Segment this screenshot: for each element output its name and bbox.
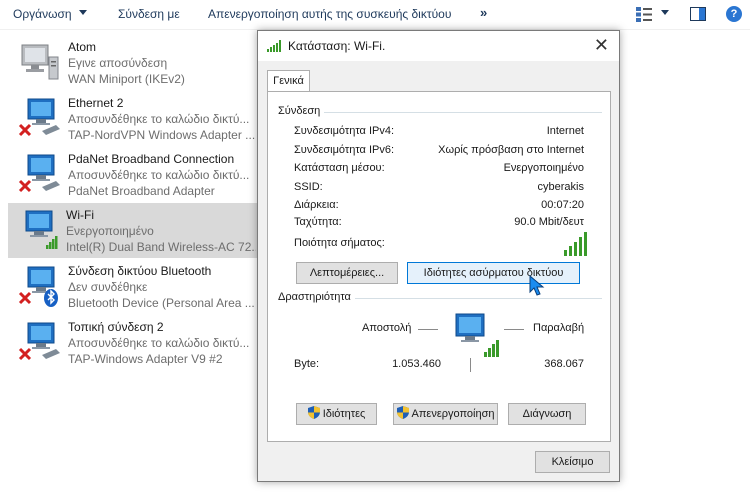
connection-name: Τοπική σύνδεση 2 — [68, 320, 164, 334]
connection-group-title: Σύνδεση — [278, 105, 325, 117]
tab-general[interactable]: Γενικά — [267, 70, 310, 92]
wifi-connected-icon — [25, 210, 58, 249]
signal-bars-icon — [267, 40, 281, 52]
ssid-label: SSID: — [294, 181, 323, 193]
activity-separator — [470, 358, 471, 372]
connection-status: Αποσυνδέθηκε το καλώδιο δικτύ... — [68, 168, 250, 182]
signal-quality-label: Ποιότητα σήματος: — [294, 237, 385, 249]
connection-adapter: TAP-Windows Adapter V9 #2 — [68, 352, 223, 366]
wifi-status-dialog: Κατάσταση: Wi-Fi. ✕ Γενικά Σύνδεση Συνδε… — [257, 30, 620, 482]
properties-button[interactable]: Ιδιότητες — [296, 403, 377, 425]
speed-value: 90.0 Mbit/δευτ — [514, 216, 584, 228]
sent-label: Αποστολή — [362, 322, 412, 334]
connection-adapter: Intel(R) Dual Band Wireless-AC 72... — [66, 240, 256, 254]
connection-status: Αποσυνδέθηκε το καλώδιο δικτύ... — [68, 112, 250, 126]
wireless-properties-button[interactable]: Ιδιότητες ασύρματου δικτύου — [407, 262, 580, 284]
connection-name: Atom — [68, 40, 97, 54]
duration-value: 00:07:20 — [541, 199, 584, 211]
connection-name: Σύνδεση δικτύου Bluetooth — [68, 264, 212, 278]
connection-adapter: WAN Miniport (IKEv2) — [68, 72, 185, 86]
organize-chevron-down-icon[interactable] — [79, 10, 87, 15]
signal-strength-icon — [564, 232, 587, 256]
ipv6-value: Χωρίς πρόσβαση στο Internet — [438, 144, 584, 156]
wan-computer-icon — [21, 44, 59, 80]
network-computer-icon — [455, 313, 499, 357]
disable-device-button[interactable]: Απενεργοποίηση αυτής της συσκευής δικτύο… — [208, 7, 451, 21]
connection-adapter: PdaNet Broadband Adapter — [68, 184, 215, 198]
dialog-title: Κατάσταση: Wi-Fi. — [288, 39, 386, 53]
divider — [278, 112, 602, 113]
ipv6-label: Συνδεσιμότητα IPv6: — [294, 144, 395, 156]
connection-status: Εγινε αποσύνδεση — [68, 56, 168, 70]
properties-button-label: Ιδιότητες — [322, 408, 366, 420]
change-view-icon[interactable] — [636, 7, 652, 22]
connect-to-button[interactable]: Σύνδεση με — [118, 7, 180, 21]
dialog-titlebar[interactable]: Κατάσταση: Wi-Fi. ✕ — [258, 31, 619, 61]
list-item-ethernet-2[interactable]: Ethernet 2 Αποσυνδέθηκε το καλώδιο δικτύ… — [10, 91, 258, 146]
ipv4-label: Συνδεσιμότητα IPv4: — [294, 125, 395, 137]
close-icon[interactable]: ✕ — [594, 35, 609, 55]
duration-label: Διάρκεια: — [294, 199, 339, 211]
organize-menu[interactable]: Οργάνωση — [13, 7, 72, 21]
list-item-atom[interactable]: Atom Εγινε αποσύνδεση WAN Miniport (IKEv… — [10, 35, 258, 90]
disable-button-label: Απενεργοποίηση — [411, 408, 495, 420]
connection-status: Δεν συνδέθηκε — [68, 280, 148, 294]
shield-icon — [396, 406, 409, 419]
list-item-local-connection-2[interactable]: Τοπική σύνδεση 2 Αποσυνδέθηκε το καλώδιο… — [10, 315, 258, 370]
bytes-received-value: 368.067 — [544, 358, 584, 370]
diagnose-button[interactable]: Διάγνωση — [508, 403, 586, 425]
ethernet-disconnected-icon — [18, 98, 60, 137]
activity-group-title: Δραστηριότητα — [278, 291, 355, 303]
view-options-chevron-down-icon[interactable] — [661, 10, 669, 15]
details-button[interactable]: Λεπτομέρειες... — [296, 262, 398, 284]
bytes-label: Byte: — [294, 358, 320, 370]
command-bar: Οργάνωση Σύνδεση με Απενεργοποίηση αυτής… — [0, 0, 750, 30]
ipv4-value: Internet — [546, 125, 584, 137]
connection-status: Ενεργοποιημένο — [66, 224, 154, 238]
sent-line — [418, 329, 438, 330]
ethernet-disconnected-icon — [18, 322, 60, 361]
received-line — [504, 329, 524, 330]
connection-status: Αποσυνδέθηκε το καλώδιο δικτύ... — [68, 336, 250, 350]
connection-name: Wi-Fi — [66, 208, 94, 222]
mouse-cursor-icon — [529, 275, 545, 296]
help-icon[interactable]: ? — [726, 6, 742, 22]
connection-adapter: TAP-NordVPN Windows Adapter ... — [68, 128, 256, 142]
bytes-sent-value: 1.053.460 — [392, 358, 441, 370]
preview-pane-icon[interactable] — [690, 7, 706, 21]
connection-adapter: Bluetooth Device (Personal Area ... — [68, 296, 255, 310]
speed-label: Ταχύτητα: — [294, 216, 342, 228]
bluetooth-disconnected-icon — [18, 266, 58, 307]
media-state-label: Κατάσταση μέσου: — [294, 162, 385, 174]
shield-icon — [307, 406, 320, 419]
list-item-pdanet[interactable]: PdaNet Broadband Connection Αποσυνδέθηκε… — [10, 147, 258, 202]
ethernet-disconnected-icon — [18, 154, 60, 193]
connection-name: PdaNet Broadband Connection — [68, 152, 235, 166]
more-commands-button[interactable]: » — [480, 5, 487, 20]
connection-name: Ethernet 2 — [68, 96, 124, 110]
media-state-value: Ενεργοποιημένο — [503, 162, 584, 174]
disable-button[interactable]: Απενεργοποίηση — [393, 403, 498, 425]
list-item-wifi[interactable]: Wi-Fi Ενεργοποιημένο Intel(R) Dual Band … — [8, 203, 258, 258]
list-item-bluetooth[interactable]: Σύνδεση δικτύου Bluetooth Δεν συνδέθηκε … — [10, 259, 258, 314]
received-label: Παραλαβή — [533, 322, 585, 334]
ssid-value: cyberakis — [537, 181, 584, 193]
general-tab-panel: Σύνδεση Συνδεσιμότητα IPv4: Internet Συν… — [267, 91, 611, 442]
close-button[interactable]: Κλείσιμο — [535, 451, 610, 473]
